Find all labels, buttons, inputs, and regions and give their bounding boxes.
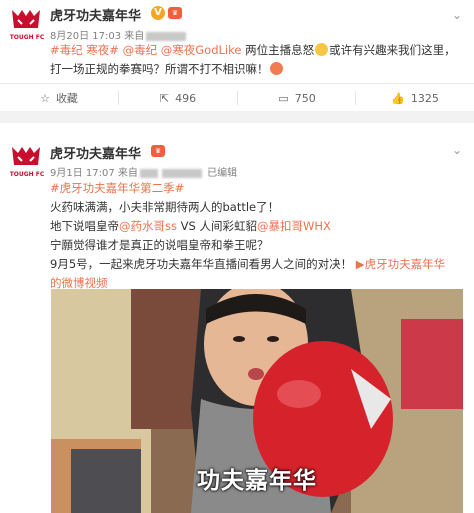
tiger-logo-icon — [12, 147, 40, 165]
post-card-1: TOUGH FC 虎牙功夫嘉年华 V ♛ ⌄ 8月20日 17:03 来自 #毒… — [0, 0, 474, 111]
video-play-icon[interactable]: ▶ — [356, 257, 365, 271]
post-line: 地下说唱皇帝@药水哥ss VS 人间彩虹貂@暴扣哥WHX — [50, 219, 331, 233]
emoji-icon — [315, 43, 329, 56]
author-avatar[interactable]: TOUGH FC — [8, 6, 44, 42]
post-text: #毒纪 寒夜# @毒纪 @寒夜GodLike 两位主播息怒 或许有兴趣来我们这里，… — [50, 43, 456, 76]
chevron-down-icon[interactable]: ⌄ — [452, 8, 462, 22]
post-meta: 8月20日 17:03 来自 — [50, 27, 188, 42]
vip-badge-icon: ♛ — [168, 7, 182, 19]
thumbs-up-icon: 👍 — [391, 91, 405, 105]
post-text: #虎牙功夫嘉年华第二季# 火药味满满，小夫非常期待两人的battle了！ 地下说… — [50, 179, 465, 293]
star-icon: ☆ — [40, 91, 50, 105]
tiger-logo-icon — [12, 10, 40, 28]
author-name[interactable]: 虎牙功夫嘉年华 — [50, 5, 141, 24]
like-button[interactable]: 👍 1325 — [356, 84, 474, 112]
share-icon: ⇱ — [159, 91, 170, 105]
post-meta: 9月1日 17:07 来自 已编辑 — [50, 164, 237, 179]
mention-link[interactable]: @暴扣哥WHX — [257, 219, 331, 233]
logo-text: TOUGH FC — [9, 171, 45, 178]
share-button[interactable]: ⇱ 496 — [119, 84, 237, 112]
post-actions: ☆ 收藏 ⇱ 496 ▭ 750 👍 1325 — [0, 83, 474, 111]
favorite-button[interactable]: ☆ 收藏 — [0, 84, 118, 112]
mention-link[interactable]: @寒夜GodLike — [161, 43, 242, 57]
post-card-2: TOUGH FC 虎牙功夫嘉年华 ♛ ⌄ 9月1日 17:07 来自 已编辑 #… — [0, 123, 474, 513]
author-name[interactable]: 虎牙功夫嘉年华 — [50, 143, 141, 162]
mention-link[interactable]: @毒纪 — [123, 43, 158, 57]
video-source-link[interactable]: 虎牙功夫嘉年华 — [365, 257, 446, 271]
mention-link[interactable]: @药水哥ss — [119, 219, 177, 233]
source-redacted — [146, 31, 187, 41]
v-badge-icon: V — [151, 6, 165, 20]
emoji-icon — [269, 62, 283, 75]
comment-icon: ▭ — [278, 91, 289, 105]
vip-badge-icon: ♛ — [151, 145, 165, 157]
logo-text: TOUGH FC — [9, 34, 45, 41]
hashtag-link[interactable]: #虎牙功夫嘉年华第二季# — [50, 181, 184, 195]
post-line: 火药味满满，小夫非常期待两人的battle了！ — [50, 200, 280, 214]
post-time: 9月1日 17:07 来自 — [50, 168, 138, 179]
chevron-down-icon[interactable]: ⌄ — [452, 143, 462, 157]
post-line: 9月5号，一起来虎牙功夫嘉年华直播间看男人之间的对决！ ▶虎牙功夫嘉年华 — [50, 257, 446, 271]
comment-button[interactable]: ▭ 750 — [238, 84, 356, 112]
author-avatar[interactable]: TOUGH FC — [8, 143, 44, 179]
hashtag-link[interactable]: #毒纪 寒夜# — [50, 43, 119, 57]
edited-label: 已编辑 — [207, 168, 238, 179]
video-caption: 功夫嘉年华 — [197, 468, 317, 494]
video-player[interactable]: 功夫嘉年华 — [51, 289, 463, 513]
video-link[interactable]: 的微博视频 — [50, 276, 108, 290]
post-line: 宁願觉得谁才是真正的说唱皇帝和拳王呢？ — [50, 238, 269, 252]
